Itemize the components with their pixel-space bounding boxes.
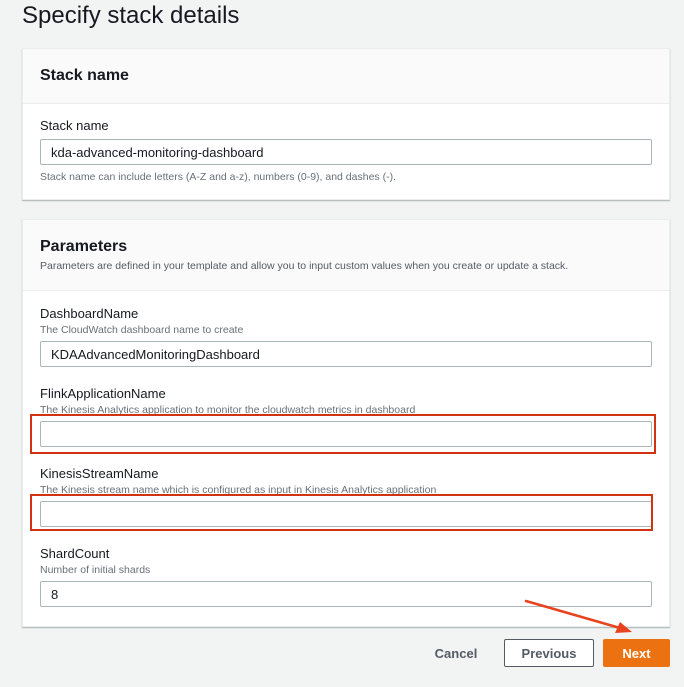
flink-application-name-field: FlinkApplicationName The Kinesis Analyti… <box>40 386 652 447</box>
kinesis-stream-name-label: KinesisStreamName <box>40 466 159 481</box>
flink-application-name-label: FlinkApplicationName <box>40 386 166 401</box>
parameters-panel-title: Parameters <box>40 238 128 255</box>
shard-count-label: ShardCount <box>40 546 110 561</box>
stack-name-field: Stack name Stack name can include letter… <box>40 118 652 183</box>
kinesis-stream-name-description: The Kinesis stream name which is configu… <box>40 484 437 496</box>
previous-button[interactable]: Previous <box>504 639 594 667</box>
parameters-panel-header: Parameters Parameters are defined in you… <box>23 220 669 291</box>
stack-name-input[interactable] <box>40 139 652 165</box>
kinesis-stream-name-input[interactable] <box>40 501 652 527</box>
stack-name-constraint: Stack name can include letters (A-Z and … <box>40 171 396 183</box>
page-title: Specify stack details <box>22 2 240 29</box>
shard-count-description: Number of initial shards <box>40 564 151 576</box>
shard-count-input[interactable] <box>40 581 652 607</box>
dashboard-name-label: DashboardName <box>40 306 139 321</box>
stack-name-panel-body: Stack name Stack name can include letter… <box>23 104 669 200</box>
parameters-panel: Parameters Parameters are defined in you… <box>22 219 670 627</box>
dashboard-name-description: The CloudWatch dashboard name to create <box>40 324 244 336</box>
parameters-panel-body: DashboardName The CloudWatch dashboard n… <box>23 291 669 627</box>
stack-name-panel-header: Stack name <box>23 49 669 104</box>
parameters-panel-description: Parameters are defined in your template … <box>40 260 569 272</box>
next-button[interactable]: Next <box>603 639 670 667</box>
shard-count-field: ShardCount Number of initial shards <box>40 546 652 607</box>
dashboard-name-input[interactable] <box>40 341 652 367</box>
stack-name-label: Stack name <box>40 118 109 133</box>
flink-application-name-description: The Kinesis Analytics application to mon… <box>40 404 416 416</box>
stack-name-panel-title: Stack name <box>40 67 129 84</box>
flink-application-name-input[interactable] <box>40 421 652 447</box>
stack-name-panel: Stack name Stack name Stack name can inc… <box>22 48 670 200</box>
kinesis-stream-name-field: KinesisStreamName The Kinesis stream nam… <box>40 466 652 527</box>
cancel-button[interactable]: Cancel <box>426 640 486 666</box>
dashboard-name-field: DashboardName The CloudWatch dashboard n… <box>40 306 652 367</box>
